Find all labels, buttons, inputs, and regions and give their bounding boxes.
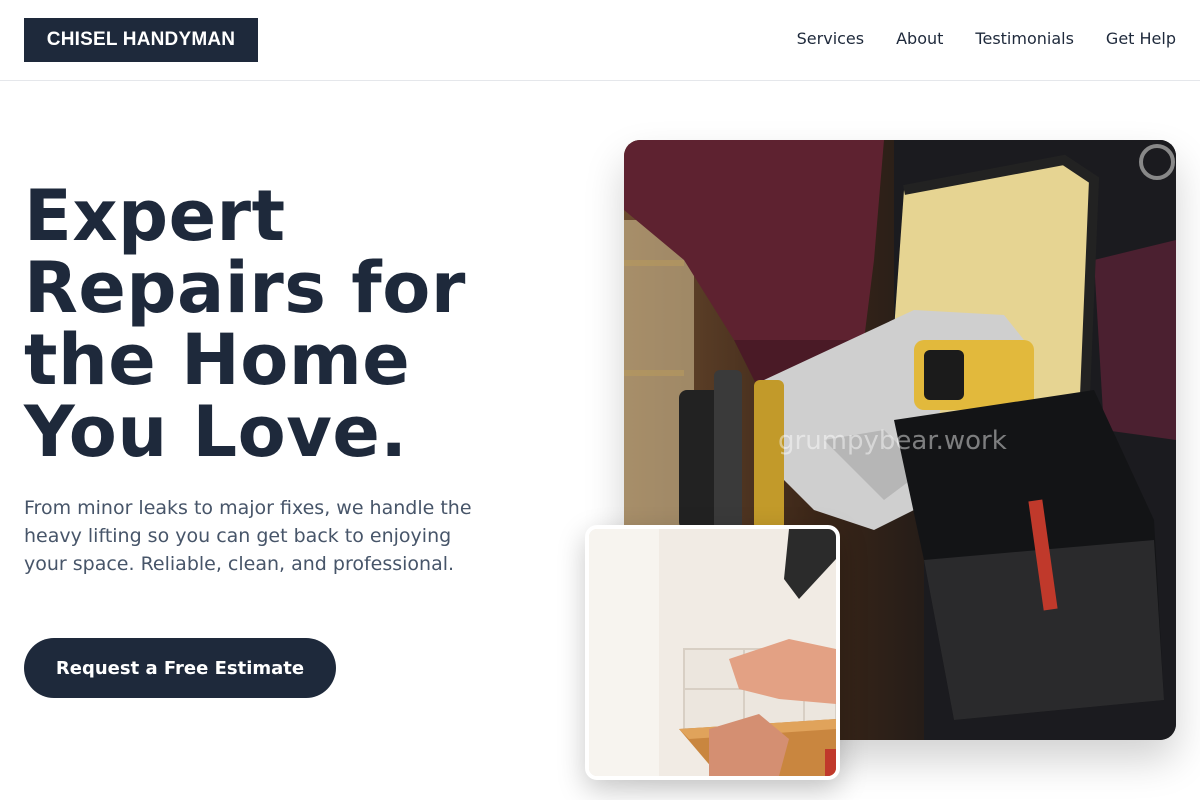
hero-subtitle: From minor leaks to major fixes, we hand… <box>24 497 472 575</box>
brand-logo[interactable]: CHISEL HANDYMAN <box>24 18 258 62</box>
hero-title-line: You Love. <box>24 391 408 473</box>
nav-link-testimonials[interactable]: Testimonials <box>975 29 1074 49</box>
nav-link-services[interactable]: Services <box>797 29 864 49</box>
hero-title-line: Repairs for <box>24 247 466 329</box>
main-nav: Services About Testimonials Get Help <box>797 29 1176 49</box>
site-header: CHISEL HANDYMAN Services About Testimoni… <box>0 0 1200 81</box>
photo-watermark: grumpybear.work <box>778 426 1007 456</box>
tile-installation-photo <box>585 525 840 780</box>
nav-link-about[interactable]: About <box>896 29 943 49</box>
hero-title-line: Expert <box>24 175 286 257</box>
hero-title-line: the Home <box>24 319 411 401</box>
tile-installation-illustration <box>589 529 836 776</box>
hero-title: Expert Repairs for the Home You Love. <box>24 180 544 468</box>
nav-link-get-help[interactable]: Get Help <box>1106 29 1176 49</box>
request-estimate-button[interactable]: Request a Free Estimate <box>24 638 336 698</box>
